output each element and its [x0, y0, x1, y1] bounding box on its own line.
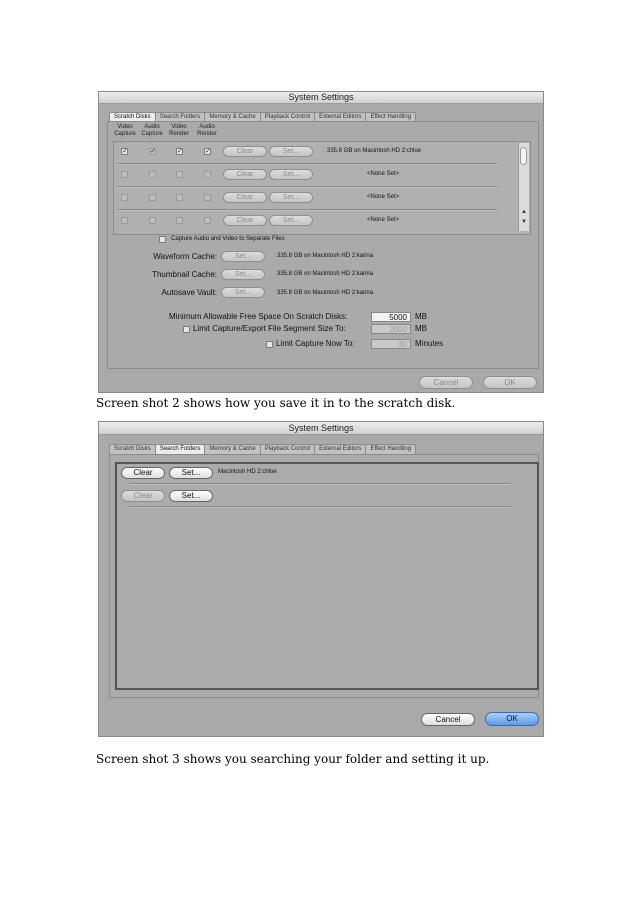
column-header-audio-capture: Audio Capture	[141, 124, 163, 137]
scrollbar-thumb[interactable]	[520, 147, 527, 165]
row-divider	[129, 483, 511, 485]
waveform-cache-path: 335.8 GB on Macintosh HD 2:karina	[277, 253, 374, 259]
segment-size-label: Limit Capture/Export File Segment Size T…	[193, 324, 346, 333]
clear-button[interactable]: Clear	[223, 169, 267, 180]
ok-button[interactable]: OK	[483, 376, 537, 389]
audio-capture-checkbox[interactable]: ✓	[149, 148, 156, 155]
scratch-disk-path: 335.8 GB on Macintosh HD 2:chloe	[327, 148, 422, 154]
thumbnail-cache-path: 335.8 GB on Macintosh HD 2:karina	[277, 271, 374, 277]
min-free-space-label: Minimum Allowable Free Space On Scratch …	[169, 312, 348, 321]
set-button[interactable]: Set...	[269, 146, 313, 157]
video-render-checkbox[interactable]	[176, 217, 183, 224]
limit-capture-now-input[interactable]: 30	[371, 339, 411, 349]
ok-button[interactable]: OK	[485, 712, 539, 726]
set-button[interactable]: Set...	[269, 215, 313, 226]
video-capture-checkbox[interactable]	[121, 171, 128, 178]
set-button[interactable]: Set...	[169, 490, 213, 502]
clear-button[interactable]: Clear	[121, 490, 165, 502]
caption-screen-shot-3: Screen shot 3 shows you searching your f…	[96, 752, 490, 766]
tab-memory-cache[interactable]: Memory & Cache	[204, 444, 261, 454]
row-divider	[129, 506, 511, 508]
segment-size-checkbox[interactable]	[183, 326, 190, 333]
video-capture-checkbox[interactable]	[121, 217, 128, 224]
audio-render-checkbox[interactable]: ✓	[204, 148, 211, 155]
set-button[interactable]: Set...	[169, 467, 213, 479]
screenshot-search-folders: System Settings Scratch Disks Search Fol…	[98, 421, 544, 737]
set-button[interactable]: Set...	[269, 192, 313, 203]
tab-search-folders[interactable]: Search Folders	[154, 444, 206, 454]
row-divider	[117, 186, 497, 188]
autosave-vault-set-button[interactable]: Set...	[221, 287, 265, 298]
audio-render-checkbox[interactable]	[204, 194, 211, 201]
column-header-video-render: Video Render	[169, 124, 189, 137]
limit-capture-now-checkbox[interactable]	[266, 341, 273, 348]
list-scrollbar[interactable]: ▲ ▼	[518, 143, 529, 231]
window-title: System Settings	[99, 92, 543, 104]
limit-capture-now-unit: Minutes	[415, 339, 444, 348]
audio-capture-checkbox[interactable]	[149, 194, 156, 201]
cancel-button[interactable]: Cancel	[421, 713, 475, 726]
min-free-space-input[interactable]: 5000	[371, 312, 411, 322]
autosave-vault-label: Autosave Vault:	[161, 288, 217, 297]
caption-screen-shot-2: Screen shot 2 shows how you save it in t…	[96, 396, 456, 410]
tab-bar: Scratch Disks Search Folders Memory & Ca…	[109, 444, 417, 454]
video-render-checkbox[interactable]	[176, 194, 183, 201]
segment-size-input[interactable]: 2000	[371, 324, 411, 334]
video-capture-checkbox[interactable]: ✓	[121, 148, 128, 155]
capture-separate-files-checkbox[interactable]	[159, 236, 166, 243]
set-button[interactable]: Set...	[269, 169, 313, 180]
clear-button[interactable]: Clear	[121, 467, 165, 479]
thumbnail-cache-label: Thumbnail Cache:	[152, 270, 217, 279]
audio-render-checkbox[interactable]	[204, 217, 211, 224]
row-divider	[117, 209, 497, 211]
video-render-checkbox[interactable]: ✓	[176, 148, 183, 155]
scroll-down-arrow-icon[interactable]: ▼	[521, 219, 527, 226]
scroll-up-arrow-icon[interactable]: ▲	[521, 209, 527, 216]
autosave-vault-path: 335.8 GB on Macintosh HD 2:karina	[277, 290, 374, 296]
screenshot-scratch-disks: System Settings Scratch Disks Search Fol…	[98, 91, 544, 393]
tab-effect-handling[interactable]: Effect Handling	[365, 444, 417, 454]
waveform-cache-label: Waveform Cache:	[153, 252, 217, 261]
column-header-video-capture: Video Capture	[114, 124, 136, 137]
audio-render-checkbox[interactable]	[204, 171, 211, 178]
waveform-cache-set-button[interactable]: Set...	[221, 251, 265, 262]
min-free-space-unit: MB	[415, 312, 427, 321]
window-title: System Settings	[99, 422, 543, 435]
tab-external-editors[interactable]: External Editors	[314, 444, 367, 454]
tab-playback-control[interactable]: Playback Control	[259, 444, 316, 454]
capture-separate-files-label: Capture Audio and Video to Separate File…	[171, 236, 285, 242]
scratch-disk-path: <None Set>	[367, 171, 400, 177]
audio-capture-checkbox[interactable]	[149, 171, 156, 178]
limit-capture-now-label: Limit Capture Now To:	[276, 339, 355, 348]
row-divider	[117, 163, 497, 165]
clear-button[interactable]: Clear	[223, 192, 267, 203]
video-capture-checkbox[interactable]	[121, 194, 128, 201]
scratch-disk-path: <None Set>	[367, 194, 400, 200]
search-folder-path: Macintosh HD 2:chloe	[218, 469, 277, 475]
segment-size-unit: MB	[415, 324, 427, 333]
cancel-button[interactable]: Cancel	[419, 376, 473, 389]
clear-button[interactable]: Clear	[223, 146, 267, 157]
tab-scratch-disks[interactable]: Scratch Disks	[109, 444, 156, 454]
scratch-disk-path: <None Set>	[367, 217, 400, 223]
column-header-audio-render: Audio Render	[197, 124, 217, 137]
thumbnail-cache-set-button[interactable]: Set...	[221, 269, 265, 280]
video-render-checkbox[interactable]	[176, 171, 183, 178]
audio-capture-checkbox[interactable]	[149, 217, 156, 224]
clear-button[interactable]: Clear	[223, 215, 267, 226]
